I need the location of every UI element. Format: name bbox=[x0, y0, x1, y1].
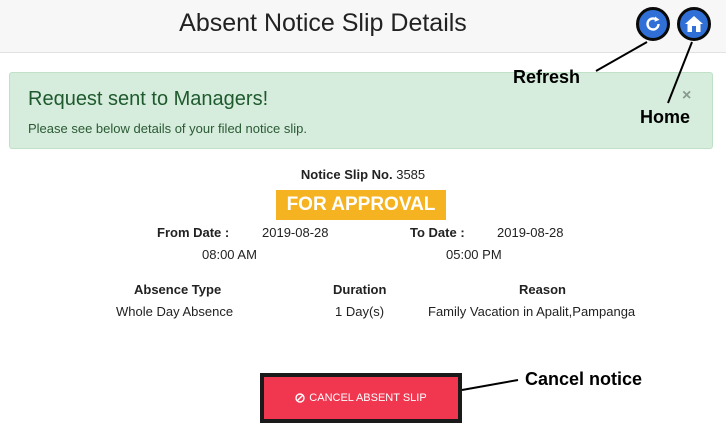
slip-number-label: Notice Slip No. bbox=[300, 167, 393, 182]
annotation-cancel: Cancel notice bbox=[525, 369, 643, 389]
to-time-value: 05:00 PM bbox=[446, 247, 502, 262]
reason-value: Family Vacation in Apalit,Pampanga bbox=[428, 304, 636, 319]
annotation-home: Home bbox=[640, 107, 691, 127]
duration-value: 1 Day(s) bbox=[335, 304, 385, 319]
alert-text: Please see below details of your filed n… bbox=[28, 121, 307, 136]
cancel-button-highlight: CANCEL ABSENT SLIP bbox=[260, 373, 462, 423]
slip-number-value: 3585 bbox=[396, 167, 426, 182]
alert-heading: Request sent to Managers! bbox=[28, 88, 269, 110]
refresh-button[interactable] bbox=[636, 7, 670, 41]
to-date-value: 2019-08-28 bbox=[497, 225, 564, 240]
from-time-value: 08:00 AM bbox=[202, 247, 257, 262]
close-icon[interactable]: × bbox=[682, 87, 691, 105]
home-button[interactable] bbox=[677, 7, 711, 41]
absence-type-value: Whole Day Absence bbox=[116, 304, 234, 319]
home-icon bbox=[685, 16, 703, 32]
annotation-refresh: Refresh bbox=[513, 67, 581, 87]
slip-number: Notice Slip No. 3585 bbox=[0, 167, 726, 182]
ban-icon bbox=[295, 393, 305, 403]
from-date-label: From Date : bbox=[157, 225, 230, 240]
success-alert: Request sent to Managers! Please see bel… bbox=[9, 72, 713, 149]
page-title: Absent Notice Slip Details bbox=[179, 9, 467, 37]
header-bar: Absent Notice Slip Details bbox=[0, 0, 726, 53]
cancel-absent-slip-button[interactable]: CANCEL ABSENT SLIP bbox=[264, 377, 458, 419]
refresh-icon bbox=[646, 16, 660, 31]
status-badge: FOR APPROVAL bbox=[276, 190, 446, 220]
reason-label: Reason bbox=[519, 282, 566, 297]
cancel-button-label: CANCEL ABSENT SLIP bbox=[309, 392, 427, 404]
to-date-label: To Date : bbox=[410, 225, 465, 240]
absence-type-label: Absence Type bbox=[134, 282, 222, 297]
from-date-value: 2019-08-28 bbox=[262, 225, 329, 240]
duration-label: Duration bbox=[333, 282, 387, 297]
